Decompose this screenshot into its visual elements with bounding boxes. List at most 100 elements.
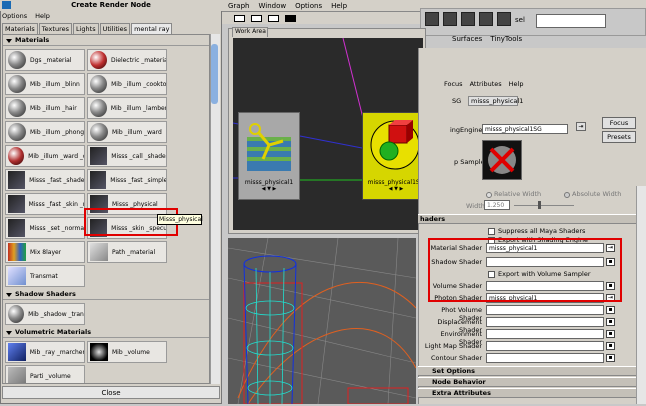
shelf-tool-icon[interactable] xyxy=(479,12,493,26)
set-options-section[interactable]: Set Options xyxy=(418,366,636,376)
collapse-triangle-icon xyxy=(6,331,12,335)
shadow-shaders-section-header[interactable]: Shadow Shaders xyxy=(3,289,209,300)
close-button[interactable]: Close xyxy=(2,386,220,399)
node-button[interactable]: Mib _shadow _transp xyxy=(5,303,85,325)
node-button[interactable]: Mib _illum _hair xyxy=(5,97,85,119)
map-icon[interactable]: ▪ xyxy=(606,354,615,362)
work-area-tab[interactable]: Work Area xyxy=(232,27,268,37)
contour-shader-label: Contour Shader xyxy=(430,354,482,362)
menu-options[interactable]: Options xyxy=(295,2,322,10)
layout-stack-icon[interactable] xyxy=(268,14,279,22)
node-label: Misss _fast _simple _ xyxy=(110,176,166,184)
crn-menubar: Options Help xyxy=(2,12,50,20)
tab-lights[interactable]: Lights xyxy=(72,23,99,34)
menu-options[interactable]: Options xyxy=(2,12,27,20)
node-button[interactable]: Mix 8layer xyxy=(5,241,85,263)
attribute-scrollbar[interactable] xyxy=(636,186,646,404)
shading-engine-label: ingEngine: xyxy=(450,126,485,134)
suppress-shaders-label: Suppress all Maya Shaders xyxy=(498,227,586,235)
tab-misss-physical1[interactable]: misss_physical1 xyxy=(468,96,523,106)
shading-engine-field[interactable]: misss_physical1SG xyxy=(482,124,568,134)
node-button[interactable]: Dgs _material xyxy=(5,49,85,71)
node-label: Mib _illum _cooktor xyxy=(111,80,166,88)
tab-mental-ray[interactable]: mental ray xyxy=(131,23,173,34)
relative-width-radio[interactable] xyxy=(486,192,492,198)
sel-input[interactable] xyxy=(536,14,606,28)
suppress-shaders-checkbox[interactable] xyxy=(488,228,495,235)
tab-shading-group[interactable]: SG xyxy=(452,97,461,105)
width-slider-handle[interactable] xyxy=(538,201,541,209)
node-label: Misss _physical xyxy=(112,200,158,208)
light-map-shader-field[interactable] xyxy=(486,341,604,351)
tab-utilities[interactable]: Utilities xyxy=(99,23,131,34)
node-button[interactable]: Parti _volume xyxy=(5,365,85,383)
ray-marcher-icon xyxy=(8,343,26,361)
focus-button[interactable]: Focus xyxy=(602,117,636,129)
contour-shader-field[interactable] xyxy=(486,353,604,363)
shelf-tab-surfaces[interactable]: Surfaces xyxy=(452,35,482,47)
width-slider[interactable] xyxy=(514,205,574,206)
node-button[interactable]: Misss _set _normal xyxy=(5,217,85,239)
input-connection-icon[interactable]: ⇥ xyxy=(576,122,586,131)
menu-graph[interactable]: Graph xyxy=(228,2,249,10)
menu-help[interactable]: Help xyxy=(331,2,347,10)
map-icon[interactable]: ▪ xyxy=(606,330,615,338)
menu-help[interactable]: Help xyxy=(509,80,524,88)
menu-attributes[interactable]: Attributes xyxy=(470,80,502,88)
node-button[interactable]: Mib _illum _cooktor xyxy=(87,73,167,95)
extra-attributes-section[interactable]: Extra Attributes xyxy=(418,388,636,398)
shelf-tool-icon[interactable] xyxy=(443,12,457,26)
phot-volume-shader-field[interactable] xyxy=(486,305,604,315)
node-button[interactable]: Misss _fast _shader xyxy=(5,169,85,191)
no-preview-icon xyxy=(488,146,516,174)
menu-help[interactable]: Help xyxy=(35,12,50,20)
tab-textures[interactable]: Textures xyxy=(38,23,72,34)
node-button[interactable]: Mib _illum _ward xyxy=(87,121,167,143)
node-button[interactable]: Mib _illum _phong xyxy=(5,121,85,143)
node-button[interactable]: Mib _volume xyxy=(87,341,167,363)
materials-section-header[interactable]: Materials xyxy=(3,35,209,46)
node-button[interactable]: Misss _fast _skin _m xyxy=(5,193,85,215)
environment-shader-field[interactable] xyxy=(486,329,604,339)
map-icon[interactable]: ▪ xyxy=(606,342,615,350)
displacement-shader-field[interactable] xyxy=(486,317,604,327)
sphere-swatch-icon xyxy=(8,99,26,117)
shaders-section-header[interactable]: haders xyxy=(418,214,636,224)
layout-dark-icon[interactable] xyxy=(285,14,296,22)
node-button[interactable]: Mib _illum _blinn xyxy=(5,73,85,95)
shelf-tool-icon[interactable] xyxy=(425,12,439,26)
node-arrows-icon[interactable]: ◀ ▼ ▶ xyxy=(239,186,299,192)
width-field[interactable]: 1.250 xyxy=(484,200,510,210)
node-button[interactable]: Dielectric _material xyxy=(87,49,167,71)
node-button[interactable]: Mib _ray _marcher xyxy=(5,341,85,363)
node-label: Mib _volume xyxy=(112,348,150,356)
layout-split-icon[interactable] xyxy=(251,14,262,22)
map-icon[interactable]: ▪ xyxy=(606,318,615,326)
node-label: Misss _call _shader xyxy=(111,152,166,160)
menu-focus[interactable]: Focus xyxy=(444,80,463,88)
volumetric-section-header[interactable]: Volumetric Materials xyxy=(3,327,209,338)
absolute-width-radio[interactable] xyxy=(564,192,570,198)
width-label: Width xyxy=(466,202,485,210)
node-button[interactable]: Transmat xyxy=(5,265,85,287)
shelf-tool-icon[interactable] xyxy=(461,12,475,26)
shelf-tab-tinytools[interactable]: TinyTools xyxy=(490,35,522,47)
perspective-viewport[interactable] xyxy=(227,237,417,405)
node-button[interactable]: Misss _call _shader xyxy=(87,145,167,167)
node-button[interactable]: Misss _fast _simple _ xyxy=(87,169,167,191)
presets-button[interactable]: Presets xyxy=(602,131,636,143)
node-behavior-section[interactable]: Node Behavior xyxy=(418,377,636,387)
node-button[interactable]: Mib _illum _lambert xyxy=(87,97,167,119)
tab-materials[interactable]: Materials xyxy=(2,23,38,34)
swatch-sample-label: p Sample xyxy=(454,158,485,166)
menu-window[interactable]: Window xyxy=(258,2,286,10)
node-button[interactable]: Path _material xyxy=(87,241,167,263)
layout-single-icon[interactable] xyxy=(234,14,245,22)
sphere-swatch-icon xyxy=(90,123,108,141)
map-icon[interactable]: ▪ xyxy=(606,306,615,314)
material-node[interactable]: misss_physical1 ◀ ▼ ▶ xyxy=(238,112,300,200)
volume-icon xyxy=(90,343,108,361)
node-button[interactable]: Mib _illum _ward _de xyxy=(5,145,85,167)
scrollbar-thumb[interactable] xyxy=(211,44,218,104)
shelf-tool-icon[interactable] xyxy=(497,12,511,26)
